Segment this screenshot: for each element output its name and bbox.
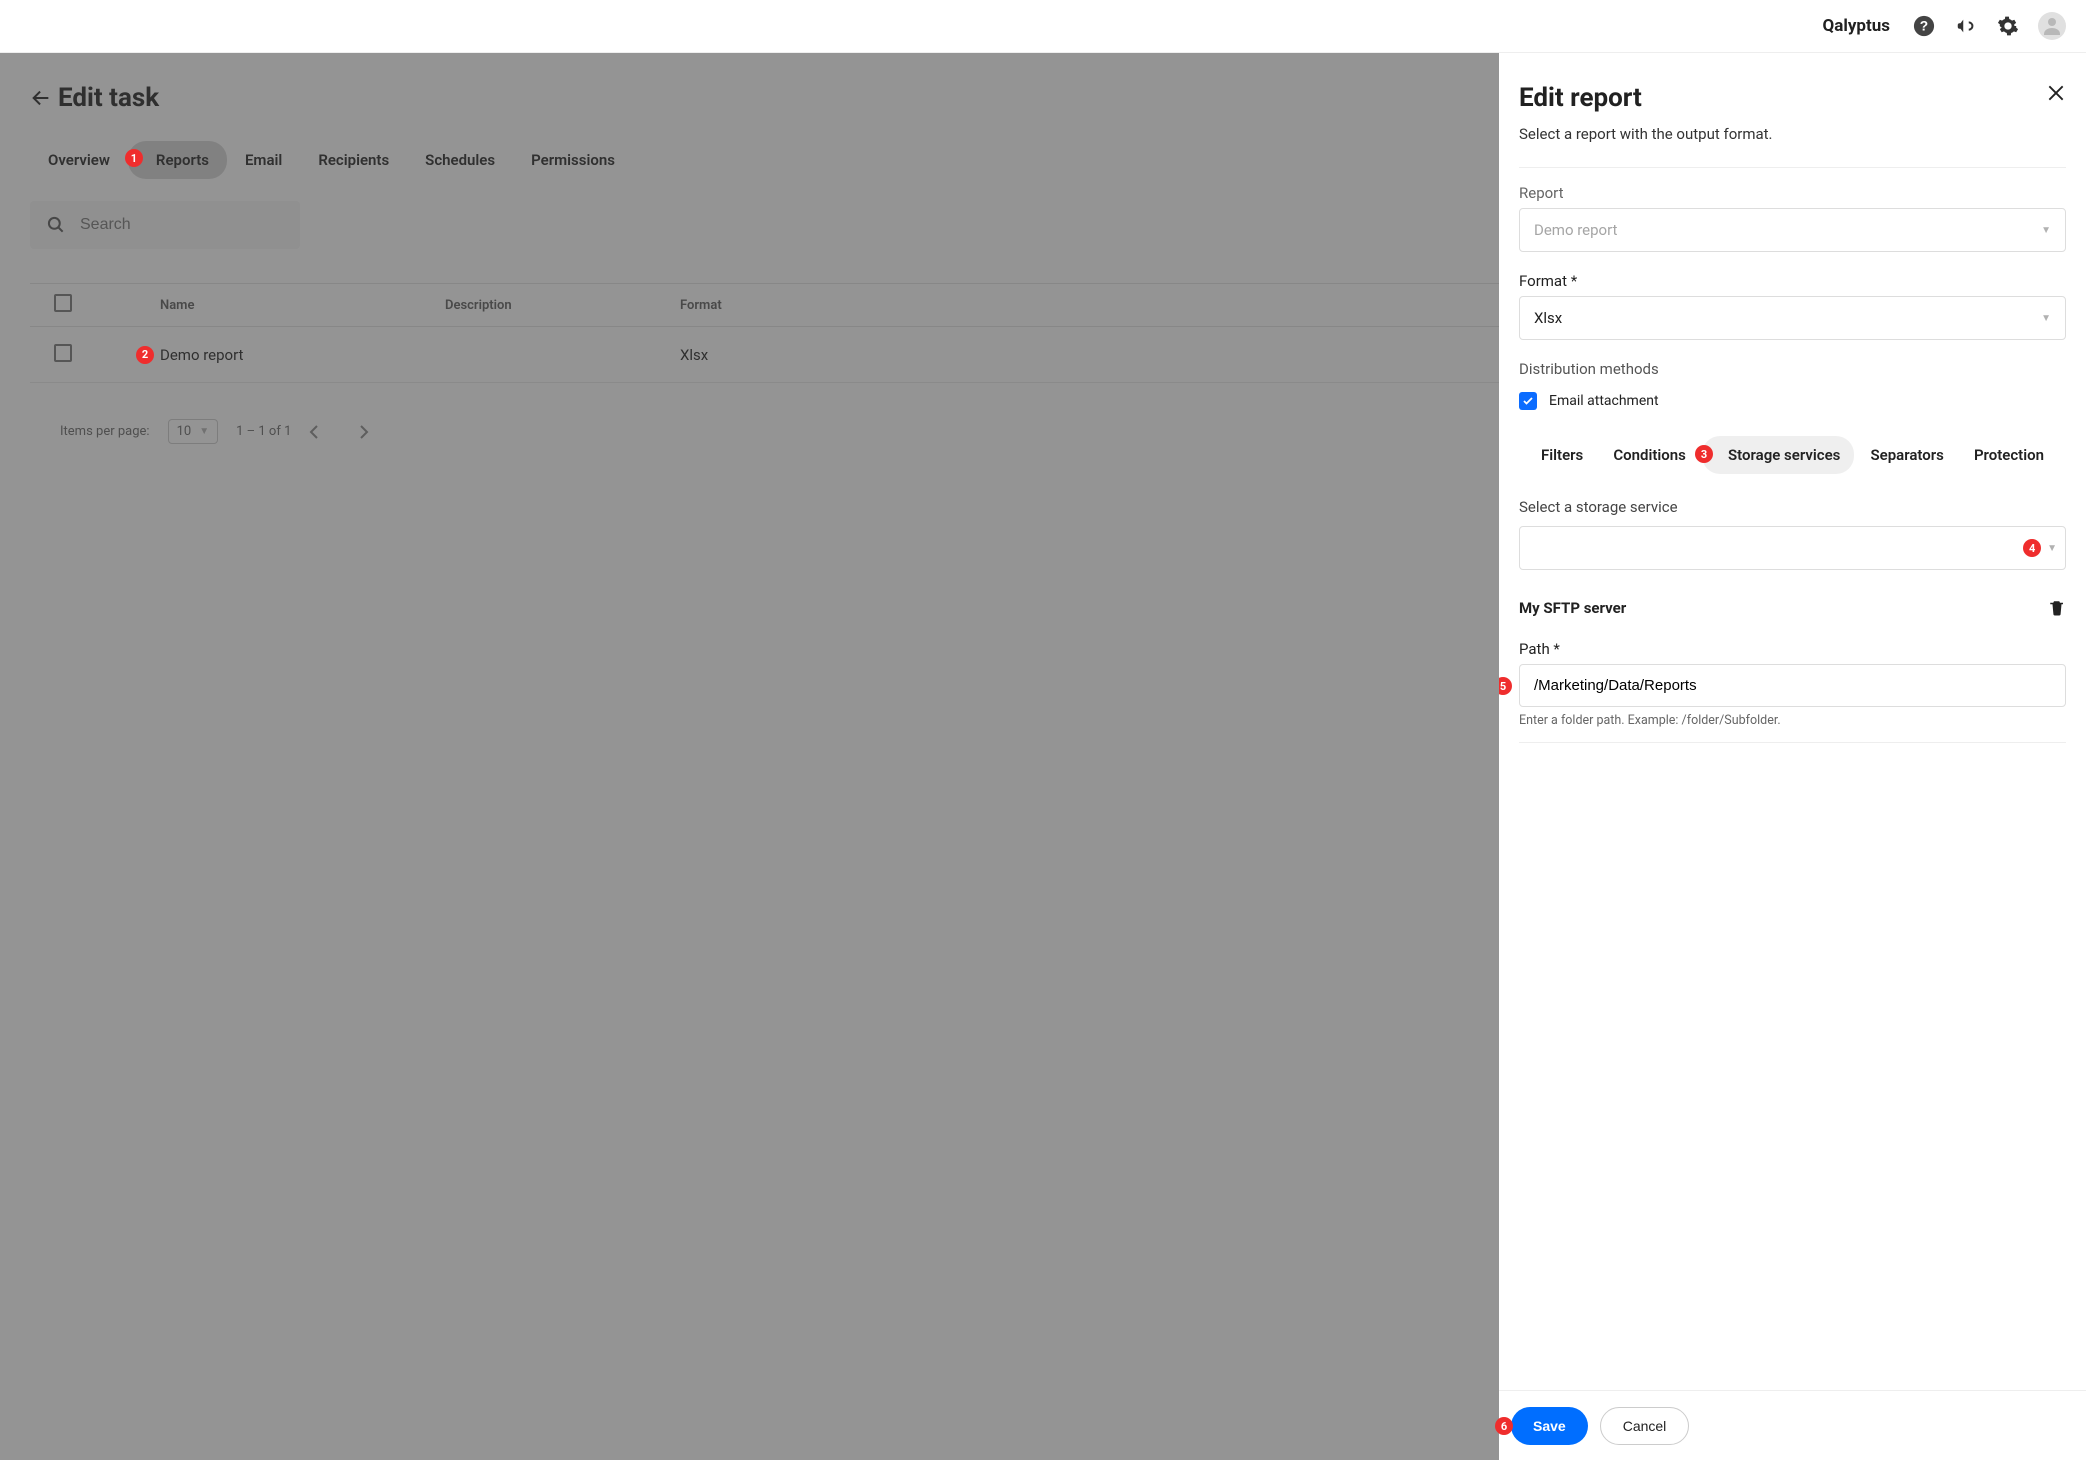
svg-text:?: ? (1920, 19, 1928, 34)
report-field-label: Report (1519, 184, 2066, 202)
subtab-filters[interactable]: Filters (1527, 436, 1597, 474)
megaphone-icon[interactable] (1954, 14, 1978, 38)
path-input[interactable] (1534, 677, 2051, 694)
cancel-button[interactable]: Cancel (1600, 1407, 1690, 1445)
close-icon[interactable] (2046, 83, 2066, 103)
path-input-wrap[interactable]: 5 (1519, 664, 2066, 707)
callout-6: 6 (1495, 1417, 1513, 1435)
callout-3: 3 (1695, 445, 1713, 463)
email-attachment-checkbox[interactable] (1519, 392, 1537, 410)
path-label: Path * (1519, 640, 2066, 658)
path-hint: Enter a folder path. Example: /folder/Su… (1519, 713, 2066, 728)
panel-subtabs: Filters Conditions 3 Storage services Se… (1519, 430, 2066, 480)
storage-service-label: Select a storage service (1519, 498, 2066, 516)
subtab-storage-services-label: Storage services (1728, 446, 1840, 464)
subtab-conditions[interactable]: Conditions (1599, 436, 1700, 474)
chevron-down-icon: ▼ (2041, 313, 2051, 324)
subtab-protection[interactable]: Protection (1960, 436, 2058, 474)
distribution-methods-label: Distribution methods (1519, 360, 2066, 378)
chevron-down-icon: ▼ (2041, 225, 2051, 236)
server-name: My SFTP server (1519, 599, 1626, 617)
delete-server-icon[interactable] (2048, 598, 2066, 618)
edit-report-panel: Edit report Select a report with the out… (1499, 53, 2086, 1460)
callout-2: 2 (136, 346, 154, 364)
format-value: Xlsx (1534, 309, 1562, 327)
email-attachment-label: Email attachment (1549, 393, 1659, 409)
callout-5: 5 (1499, 677, 1512, 695)
chevron-down-icon: ▼ (2047, 543, 2057, 554)
help-icon[interactable]: ? (1912, 14, 1936, 38)
panel-subtitle: Select a report with the output format. (1519, 125, 2066, 143)
avatar[interactable] (2038, 12, 2066, 40)
topbar: Qalyptus ? (0, 0, 2086, 53)
storage-service-select[interactable]: 4 ▼ (1519, 526, 2066, 570)
save-button[interactable]: Save (1511, 1407, 1588, 1445)
panel-title: Edit report (1519, 83, 1642, 113)
gear-icon[interactable] (1996, 14, 2020, 38)
format-field-label: Format * (1519, 272, 2066, 290)
callout-4: 4 (2023, 539, 2041, 557)
brand-name: Qalyptus (1823, 16, 1890, 36)
report-value: Demo report (1534, 221, 1617, 239)
report-select[interactable]: Demo report ▼ (1519, 208, 2066, 252)
format-select[interactable]: Xlsx ▼ (1519, 296, 2066, 340)
callout-1: 1 (125, 149, 143, 167)
subtab-storage-services[interactable]: 3 Storage services (1702, 436, 1854, 474)
subtab-separators[interactable]: Separators (1856, 436, 1957, 474)
